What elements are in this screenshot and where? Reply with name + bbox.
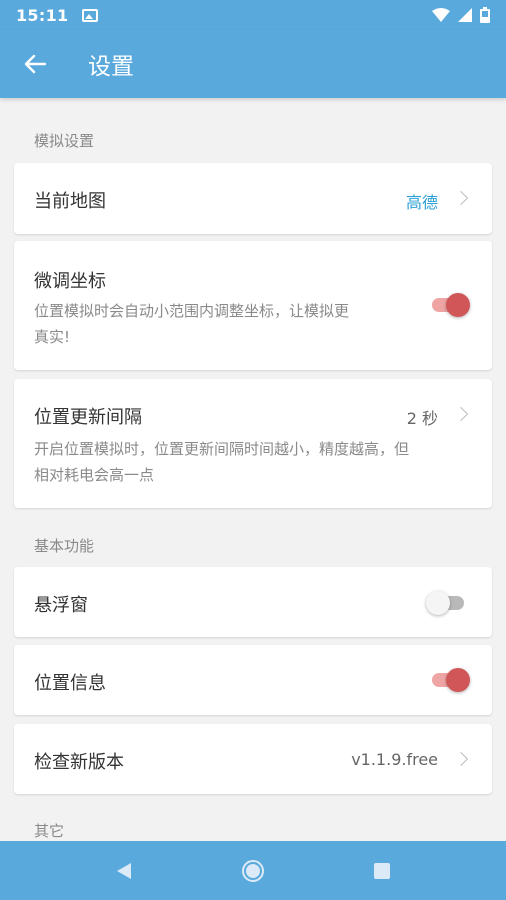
section-title-basic: 基本功能 — [34, 537, 95, 555]
status-time: 15:11 — [16, 5, 69, 25]
triangle-back-icon — [117, 862, 132, 879]
fine-tune-desc-line2: 真实! — [34, 328, 71, 346]
circle-home-icon — [241, 859, 264, 882]
page-title: 设置 — [88, 54, 134, 80]
battery-icon — [480, 7, 490, 23]
fine-tune-toggle[interactable] — [428, 293, 470, 317]
chevron-right-icon — [453, 751, 469, 767]
fine-tune-desc-line1: 位置模拟时会自动小范围内调整坐标，让模拟更 — [34, 302, 350, 320]
image-notification-icon — [82, 8, 99, 22]
nav-recents-button[interactable] — [352, 851, 412, 891]
update-interval-label: 位置更新间隔 — [34, 407, 142, 428]
app-bar: 设置 — [0, 30, 506, 98]
current-map-label: 当前地图 — [34, 191, 106, 212]
floating-window-label: 悬浮窗 — [34, 595, 88, 616]
square-recents-icon — [373, 862, 390, 879]
setting-check-version[interactable]: 检查新版本 v1.1.9.free — [14, 724, 492, 794]
status-bar: 15:11 — [0, 0, 506, 30]
setting-fine-tune[interactable]: 微调坐标 位置模拟时会自动小范围内调整坐标，让模拟更 真实! — [14, 241, 492, 370]
check-version-label: 检查新版本 — [34, 752, 124, 773]
check-version-value: v1.1.9.free — [351, 750, 438, 769]
setting-update-interval[interactable]: 位置更新间隔 2 秒 开启位置模拟时，位置更新间隔时间越小，精度越高，但 相对耗… — [14, 379, 492, 508]
back-button[interactable] — [0, 30, 70, 98]
arrow-back-icon — [24, 54, 46, 74]
wifi-icon — [432, 8, 450, 22]
nav-home-button[interactable] — [223, 851, 283, 891]
chevron-right-icon — [453, 406, 469, 422]
fine-tune-label: 微调坐标 — [34, 271, 106, 292]
update-interval-desc-line1: 开启位置模拟时，位置更新间隔时间越小，精度越高，但 — [34, 440, 410, 458]
signal-icon — [458, 8, 472, 22]
setting-location-info[interactable]: 位置信息 — [14, 645, 492, 715]
settings-list: 模拟设置 当前地图 高德 微调坐标 位置模拟时会自动小范围内调整坐标，让模拟更 … — [0, 98, 506, 841]
section-title-simulation: 模拟设置 — [34, 132, 95, 150]
nav-back-button[interactable] — [94, 851, 154, 891]
setting-floating-window[interactable]: 悬浮窗 — [14, 567, 492, 637]
location-info-label: 位置信息 — [34, 673, 106, 694]
update-interval-value: 2 秒 — [406, 409, 438, 428]
setting-current-map[interactable]: 当前地图 高德 — [14, 163, 492, 234]
floating-window-toggle[interactable] — [426, 591, 468, 615]
section-title-other: 其它 — [34, 822, 65, 840]
system-nav-bar — [0, 841, 506, 900]
current-map-value: 高德 — [405, 193, 438, 212]
update-interval-desc-line2: 相对耗电会高一点 — [34, 466, 155, 484]
location-info-toggle[interactable] — [428, 668, 470, 692]
chevron-right-icon — [453, 190, 469, 206]
